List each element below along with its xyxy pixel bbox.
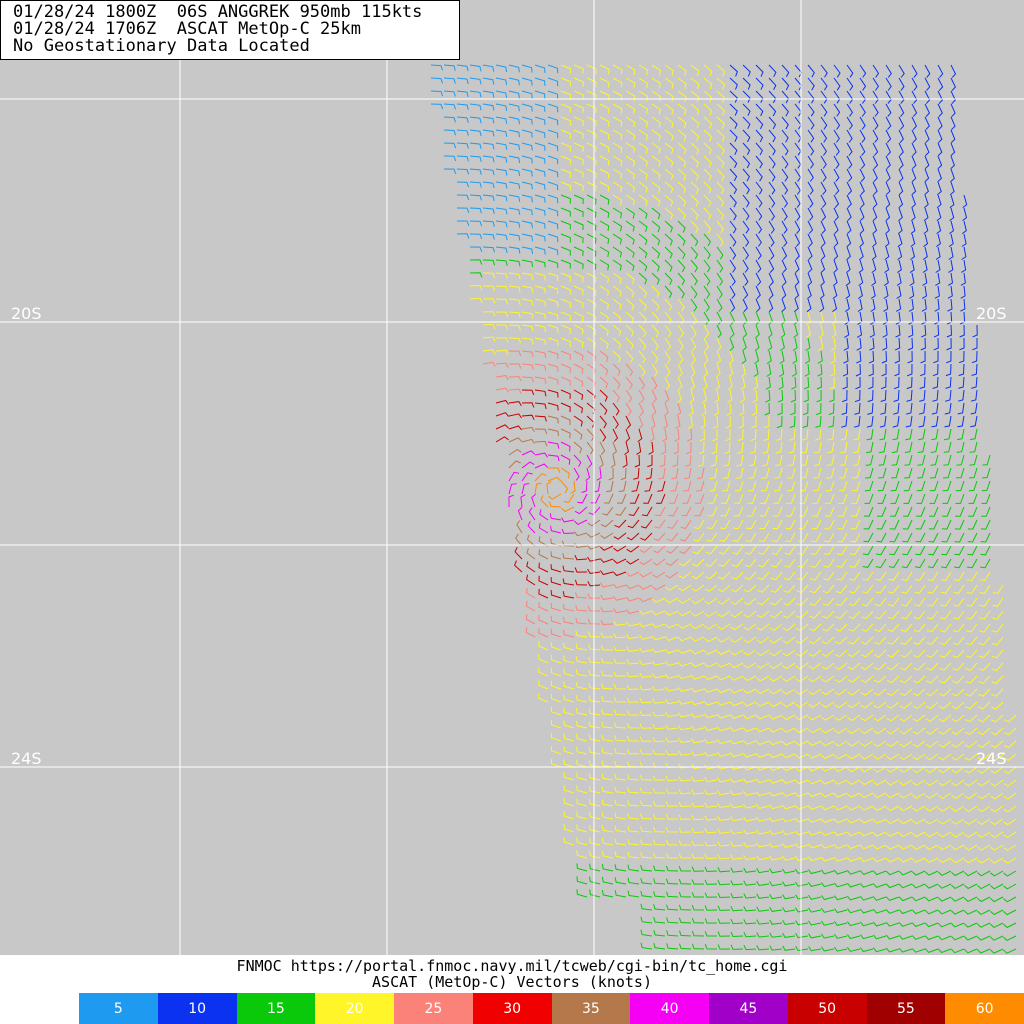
product-header: 01/28/24 1800Z 06S ANGGREK 950mb 115kts … — [0, 0, 460, 60]
latitude-label-20s-left: 20S — [11, 304, 42, 323]
footer-subtitle: ASCAT (MetOp-C) Vectors (knots) — [372, 973, 652, 991]
latitude-label-24s-left: 24S — [11, 749, 42, 768]
legend-cell-55kt: 55 — [866, 993, 946, 1024]
latitude-label-24s-right: 24S — [976, 749, 1007, 768]
legend-cell-10kt: 10 — [157, 993, 237, 1024]
footer-source-url: FNMOC https://portal.fnmoc.navy.mil/tcwe… — [236, 957, 788, 975]
wind-speed-legend: 5 10 15 20 25 30 35 40 45 50 55 60 — [79, 993, 1024, 1024]
latitude-label-20s-right: 20S — [976, 304, 1007, 323]
scatterometer-wind-map — [0, 0, 1024, 955]
legend-cell-30kt: 30 — [472, 993, 552, 1024]
legend-cell-60kt: 60 — [945, 993, 1024, 1024]
header-geo-note: No Geostationary Data Located — [13, 36, 310, 56]
legend-cell-40kt: 40 — [630, 993, 709, 1024]
legend-cell-15kt: 15 — [236, 993, 316, 1024]
legend-cell-45kt: 45 — [709, 993, 788, 1024]
legend-cell-50kt: 50 — [787, 993, 867, 1024]
legend-cell-25kt: 25 — [394, 993, 473, 1024]
legend-cell-5kt: 5 — [79, 993, 158, 1024]
legend-cell-35kt: 35 — [551, 993, 631, 1024]
legend-cell-20kt: 20 — [315, 993, 394, 1024]
